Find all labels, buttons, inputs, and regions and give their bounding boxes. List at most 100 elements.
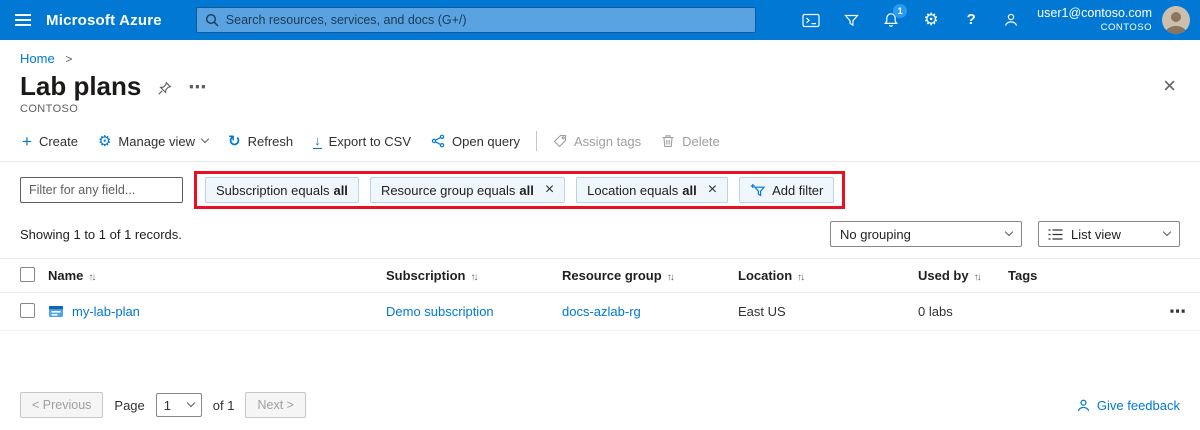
- column-label: Subscription: [386, 268, 465, 283]
- create-button[interactable]: Create: [12, 126, 88, 156]
- settings-button[interactable]: [911, 0, 951, 40]
- filter-pill-resource-group[interactable]: Resource group equals all: [370, 177, 565, 203]
- cloud-shell-button[interactable]: [791, 0, 831, 40]
- lab-plan-link[interactable]: my-lab-plan: [72, 304, 140, 319]
- page-number-dropdown[interactable]: 1: [156, 393, 202, 417]
- refresh-label: Refresh: [248, 134, 294, 149]
- column-label: Resource group: [562, 268, 662, 283]
- column-label: Tags: [1008, 268, 1037, 283]
- download-icon: [313, 134, 322, 149]
- filter-input[interactable]: [20, 177, 183, 203]
- give-feedback-label: Give feedback: [1097, 398, 1180, 413]
- section-divider: [0, 161, 1200, 162]
- sort-icon: [88, 268, 96, 283]
- pill-value: all: [333, 183, 347, 198]
- pill-value: all: [682, 183, 696, 198]
- row-checkbox[interactable]: [20, 303, 35, 318]
- delete-button[interactable]: Delete: [651, 126, 730, 156]
- hamburger-menu-icon[interactable]: [0, 0, 46, 40]
- view-value: List view: [1071, 227, 1121, 242]
- directory-filter-button[interactable]: [831, 0, 871, 40]
- search-icon: [205, 13, 219, 27]
- page-label: Page: [114, 398, 144, 413]
- global-search-input[interactable]: [226, 13, 747, 27]
- chevron-down-icon: [187, 399, 195, 407]
- topbar: Microsoft Azure 1: [0, 0, 1200, 40]
- open-query-icon: [431, 134, 445, 148]
- avatar[interactable]: [1162, 6, 1190, 34]
- select-all-checkbox[interactable]: [20, 267, 35, 282]
- page-of-label: of 1: [213, 398, 235, 413]
- table-header-row: Name Subscription Resource group Locatio…: [0, 258, 1200, 293]
- global-search[interactable]: [196, 7, 756, 33]
- view-dropdown[interactable]: List view: [1038, 221, 1180, 247]
- column-label: Name: [48, 268, 83, 283]
- title-row: Lab plans: [0, 66, 1200, 102]
- location-cell: East US: [738, 304, 918, 319]
- column-header-name[interactable]: Name: [44, 268, 386, 283]
- current-page: 1: [164, 398, 171, 413]
- feedback-button[interactable]: [991, 0, 1031, 40]
- page-title: Lab plans: [20, 71, 141, 102]
- command-bar-divider: [536, 131, 537, 151]
- open-query-label: Open query: [452, 134, 520, 149]
- export-csv-button[interactable]: Export to CSV: [303, 126, 421, 156]
- sort-icon: [974, 268, 982, 283]
- pill-value: all: [519, 183, 533, 198]
- assign-tags-button[interactable]: Assign tags: [543, 126, 651, 156]
- pin-icon[interactable]: [157, 81, 172, 96]
- help-icon: [967, 11, 976, 29]
- grouping-dropdown[interactable]: No grouping: [830, 221, 1022, 247]
- column-header-location[interactable]: Location: [738, 268, 918, 283]
- give-feedback-link[interactable]: Give feedback: [1076, 398, 1180, 413]
- app-title[interactable]: Microsoft Azure: [46, 12, 162, 29]
- user-tenant: CONTOSO: [1101, 22, 1152, 34]
- chevron-right-icon: [58, 51, 72, 66]
- previous-page-button[interactable]: < Previous: [20, 392, 103, 418]
- column-header-used-by[interactable]: Used by: [918, 268, 1008, 283]
- close-button[interactable]: [1163, 75, 1176, 98]
- plus-icon: [22, 133, 32, 150]
- filter-pill-subscription[interactable]: Subscription equals all: [205, 177, 359, 203]
- resource-group-link[interactable]: docs-azlab-rg: [562, 304, 641, 319]
- chevron-down-icon: [201, 135, 209, 143]
- grouping-value: No grouping: [840, 227, 911, 242]
- column-label: Used by: [918, 268, 969, 283]
- sort-icon: [797, 268, 805, 283]
- create-label: Create: [39, 134, 78, 149]
- records-count: Showing 1 to 1 of 1 records.: [20, 227, 182, 242]
- breadcrumb-home-link[interactable]: Home: [20, 51, 55, 66]
- lab-plan-icon: [48, 304, 64, 320]
- column-header-resource-group[interactable]: Resource group: [562, 268, 738, 283]
- gear-icon: [924, 11, 939, 30]
- more-options-icon[interactable]: [188, 77, 206, 98]
- column-header-subscription[interactable]: Subscription: [386, 268, 562, 283]
- page-content: Home Lab plans CONTOSO Create Manage vie…: [0, 40, 1200, 331]
- list-view-icon: [1048, 228, 1063, 241]
- open-query-button[interactable]: Open query: [421, 126, 530, 156]
- feedback-person-icon: [1076, 398, 1091, 413]
- refresh-button[interactable]: Refresh: [218, 126, 303, 156]
- account-menu[interactable]: user1@contoso.com CONTOSO: [1037, 6, 1152, 34]
- column-header-tags[interactable]: Tags: [1008, 268, 1156, 283]
- used-by-cell: 0 labs: [918, 304, 1008, 319]
- remove-filter-icon[interactable]: [708, 182, 717, 198]
- chevron-down-icon: [1005, 228, 1013, 236]
- manage-view-button[interactable]: Manage view: [88, 126, 218, 156]
- export-csv-label: Export to CSV: [329, 134, 411, 149]
- row-more-icon[interactable]: [1156, 302, 1200, 322]
- pill-label: Resource group equals: [381, 183, 515, 198]
- table-row[interactable]: my-lab-plan Demo subscription docs-azlab…: [0, 293, 1200, 331]
- add-filter-button[interactable]: Add filter: [739, 177, 834, 203]
- pill-label: Location equals: [587, 183, 678, 198]
- subscription-link[interactable]: Demo subscription: [386, 304, 494, 319]
- filter-pill-location[interactable]: Location equals all: [576, 177, 728, 203]
- manage-view-label: Manage view: [118, 134, 195, 149]
- page-subtitle: CONTOSO: [0, 102, 1200, 115]
- annotation-highlight: Subscription equals all Resource group e…: [194, 171, 845, 209]
- help-button[interactable]: [951, 0, 991, 40]
- remove-filter-icon[interactable]: [545, 182, 554, 198]
- next-page-button[interactable]: Next >: [245, 392, 305, 418]
- notifications-button[interactable]: 1: [871, 0, 911, 40]
- records-bar: Showing 1 to 1 of 1 records. No grouping…: [0, 221, 1200, 247]
